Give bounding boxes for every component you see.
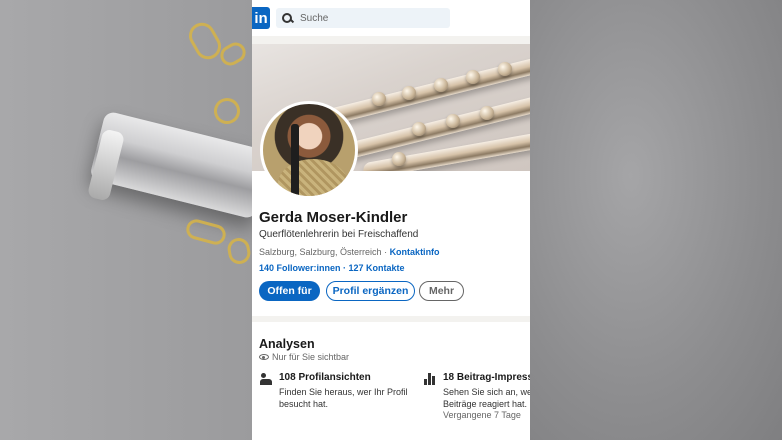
flute-key	[434, 78, 448, 92]
flute-key	[372, 92, 386, 106]
profile-name: Gerda Moser-Kindler	[259, 209, 408, 226]
flute-key	[480, 106, 494, 120]
metric-description: Sehen Sie sich an, wer Beiträge reagiert…	[443, 386, 530, 410]
linkedin-logo[interactable]: in	[252, 7, 270, 29]
search-placeholder: Suche	[300, 12, 329, 24]
metric-description: Finden Sie heraus, wer Ihr Profil besuch…	[279, 386, 408, 410]
analytics-title: Analysen	[259, 337, 315, 351]
bar-chart-icon	[424, 373, 438, 385]
location-separator: ·	[381, 247, 390, 257]
flute-key	[412, 122, 426, 136]
metric-title: 108 Profilansichten	[279, 372, 371, 383]
flute-key	[498, 62, 512, 76]
flute-key	[446, 114, 460, 128]
flute-key	[466, 70, 480, 84]
flute-key	[402, 86, 416, 100]
stats-separator: ·	[340, 263, 349, 273]
background-photo-right	[530, 0, 782, 440]
profile-stats: 140 Follower:innen · 127 Kontakte	[259, 263, 405, 273]
connections-link[interactable]: 127 Kontakte	[349, 263, 405, 273]
followers-link[interactable]: 140 Follower:innen	[259, 263, 341, 273]
flute-key	[392, 152, 406, 166]
more-button[interactable]: Mehr	[419, 281, 464, 301]
profile-card: Gerda Moser-Kindler Querflötenlehrerin b…	[252, 44, 530, 316]
metric-title: 18 Beitrag-Impressi	[443, 372, 530, 383]
profile-headline: Querflötenlehrerin bei Freischaffend	[259, 229, 419, 240]
analytics-card: Analysen Nur für Sie sichtbar 108 Profil…	[252, 322, 530, 440]
eye-icon	[259, 354, 269, 360]
metric-description-line: besucht hat.	[279, 399, 329, 409]
contact-info-link[interactable]: Kontaktinfo	[390, 247, 440, 257]
add-profile-section-button[interactable]: Profil ergänzen	[326, 281, 415, 301]
search-icon	[282, 12, 293, 24]
top-navigation-bar: in Suche	[252, 0, 530, 36]
metric-description-line: Finden Sie heraus, wer Ihr Profil	[279, 387, 408, 397]
profile-location: Salzburg, Salzburg, Österreich	[259, 247, 382, 257]
metric-timeframe: Vergangene 7 Tage	[443, 410, 521, 420]
visibility-label: Nur für Sie sichtbar	[272, 352, 350, 362]
people-icon	[260, 373, 274, 385]
search-input[interactable]: Suche	[276, 8, 450, 28]
avatar-flute	[291, 124, 299, 196]
analytics-visibility: Nur für Sie sichtbar	[259, 352, 349, 362]
metric-description-line: Beiträge reagiert hat.	[443, 399, 528, 409]
metric-description-line: Sehen Sie sich an, wer	[443, 387, 530, 397]
mobile-screen: in Suche Gerda Moser-Kindler Querflötenl…	[252, 0, 530, 440]
avatar[interactable]	[260, 101, 358, 199]
profile-location-line: Salzburg, Salzburg, Österreich · Kontakt…	[259, 247, 440, 257]
avatar-clothing	[278, 159, 348, 196]
open-for-button[interactable]: Offen für	[259, 281, 320, 301]
